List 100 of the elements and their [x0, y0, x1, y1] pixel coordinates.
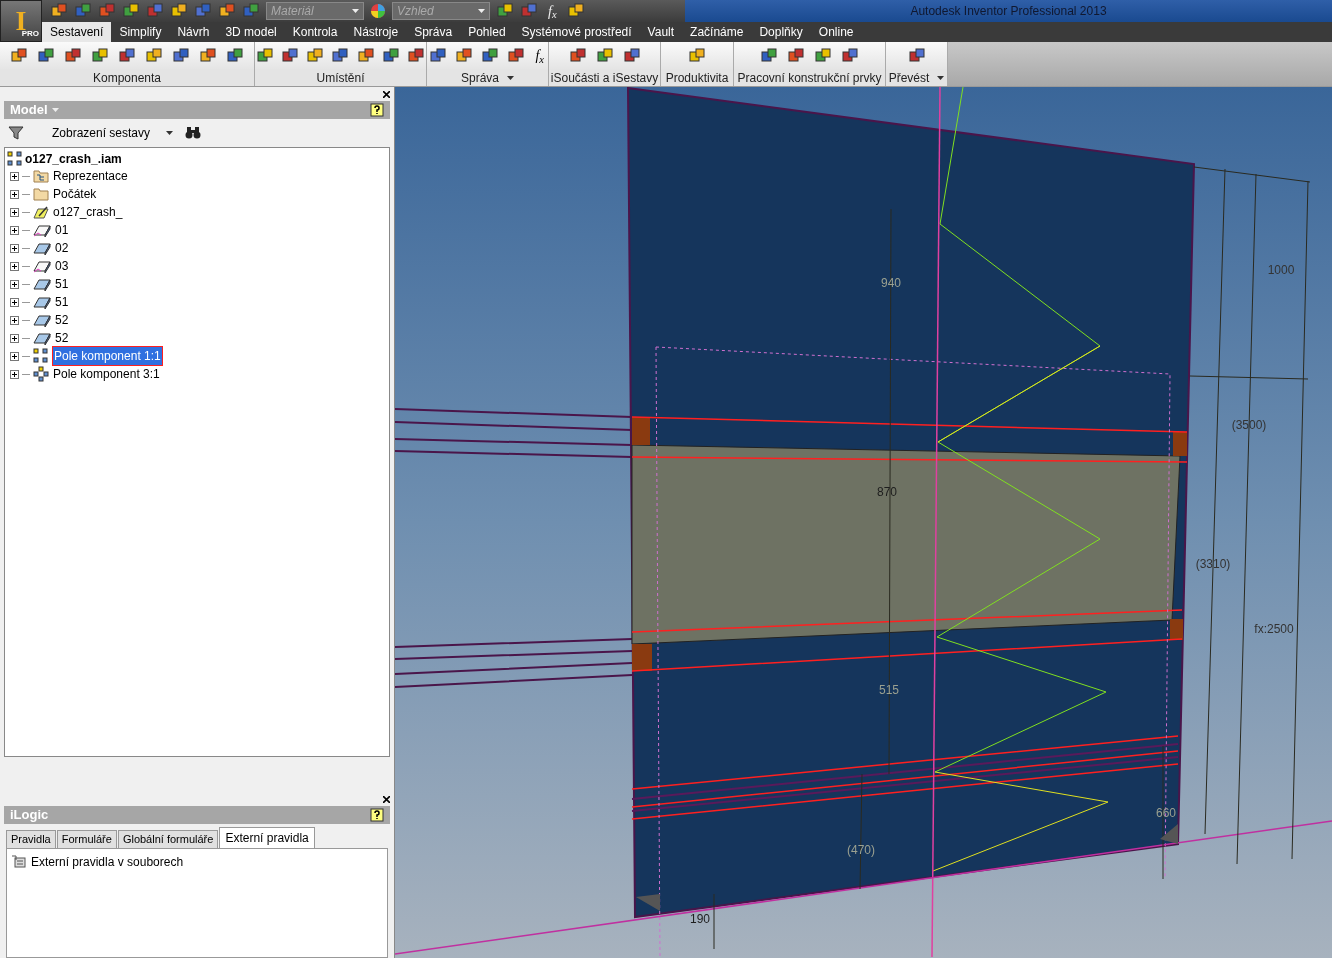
- panel-label-text: Převést: [888, 69, 930, 87]
- panel-tab[interactable]: Externí pravidla: [219, 827, 315, 848]
- tool-icon: [406, 46, 425, 65]
- quick-access-button[interactable]: [496, 2, 514, 20]
- tool-icon: [356, 46, 375, 65]
- tool-icon: [331, 46, 350, 65]
- ribbon-tab[interactable]: Pohled: [460, 22, 514, 42]
- tree-item[interactable]: Pole komponent 3:1: [52, 365, 161, 383]
- ribbon-tab[interactable]: Kontrola: [284, 22, 346, 42]
- expand-icon[interactable]: [10, 207, 19, 217]
- tool-icon: [281, 46, 300, 65]
- panel-tab[interactable]: Globální formuláře: [117, 830, 219, 848]
- tree-item[interactable]: 51: [54, 275, 70, 293]
- tree-item[interactable]: 51: [54, 293, 70, 311]
- quick-access-button[interactable]: [170, 2, 188, 20]
- tree-root-label[interactable]: o127_crash_.iam: [25, 149, 122, 168]
- part-icon: [33, 241, 51, 255]
- ribbon-tab[interactable]: Sestavení: [42, 22, 112, 42]
- panel-label-text: Pracovní konstrukční prvky: [737, 69, 882, 87]
- panel-tab[interactable]: Formuláře: [56, 830, 117, 848]
- quick-access-button[interactable]: [50, 2, 68, 20]
- ribbon-tab[interactable]: Doplňky: [751, 22, 811, 42]
- quick-access-button[interactable]: [566, 2, 585, 20]
- tool-icon: [170, 2, 188, 20]
- tree-item[interactable]: 52: [54, 329, 70, 347]
- tool-icon: [118, 46, 136, 65]
- part-icon: [33, 313, 51, 327]
- ribbon-tab[interactable]: Začínáme: [682, 22, 752, 42]
- ribbon-tab[interactable]: Online: [810, 22, 862, 42]
- expand-icon[interactable]: [10, 189, 19, 199]
- tool-icon: [622, 46, 641, 65]
- part-icon: [33, 331, 51, 345]
- ribbon-tab[interactable]: Simplify: [111, 22, 170, 42]
- tool-icon: [520, 2, 538, 20]
- close-icon[interactable]: [383, 795, 390, 803]
- quick-access-button[interactable]: [98, 2, 116, 20]
- view-dropdown[interactable]: Zobrazení sestavy: [52, 124, 174, 142]
- dimension-label: 190: [690, 912, 710, 926]
- tool-icon: [760, 46, 778, 65]
- part-icon: [33, 295, 51, 309]
- expand-icon[interactable]: [10, 225, 19, 235]
- expand-icon[interactable]: [10, 315, 19, 325]
- expand-icon[interactable]: [10, 279, 19, 289]
- caret-icon: [478, 9, 485, 13]
- panel-label-text: Komponenta: [92, 69, 162, 87]
- tool-icon: [256, 46, 275, 65]
- ribbon-tab[interactable]: Vault: [639, 22, 683, 42]
- caret-icon: [166, 131, 174, 135]
- tree-item[interactable]: Počátek: [52, 185, 98, 203]
- filter-icon[interactable]: [8, 125, 24, 141]
- help-icon[interactable]: [370, 103, 384, 117]
- tree-item[interactable]: Reprezentace: [52, 167, 129, 185]
- tool-icon: [218, 2, 236, 20]
- quick-access-button[interactable]: [122, 2, 140, 20]
- tree-item[interactable]: Pole komponent 1:1: [52, 346, 163, 366]
- expand-icon[interactable]: [10, 333, 19, 343]
- tool-icon: [199, 46, 217, 65]
- tool-icon: [841, 46, 859, 65]
- expand-icon[interactable]: [10, 243, 19, 253]
- ribbon-tab[interactable]: Správa: [406, 22, 461, 42]
- ribbon-tab[interactable]: Nástroje: [345, 22, 407, 42]
- expand-icon[interactable]: [10, 351, 19, 361]
- formula-button[interactable]: f$_{x}$: [544, 0, 561, 22]
- quick-access-button[interactable]: [242, 2, 260, 20]
- tool-icon: [145, 46, 163, 65]
- dimension-label: fx:2500: [1254, 622, 1294, 636]
- tool-icon: [194, 2, 212, 20]
- ribbon-tab[interactable]: Návrh: [169, 22, 218, 42]
- rules-list-item[interactable]: Externí pravidla v souborech: [31, 853, 184, 871]
- tree-item[interactable]: 03: [54, 257, 70, 275]
- folder-icon: [33, 169, 49, 183]
- expand-icon[interactable]: [10, 369, 19, 379]
- tree-item[interactable]: 52: [54, 311, 70, 329]
- tool-icon: [172, 46, 190, 65]
- tree-item[interactable]: 02: [54, 239, 70, 257]
- expand-icon[interactable]: [10, 261, 19, 271]
- tool-icon: [122, 2, 140, 20]
- tool-icon: [50, 2, 68, 20]
- close-icon[interactable]: [383, 90, 390, 98]
- dimension-label: 940: [881, 276, 901, 290]
- help-icon[interactable]: [370, 808, 384, 822]
- ribbon-tab[interactable]: Systémové prostředí: [513, 22, 640, 42]
- part-icon: [33, 277, 51, 291]
- tool-icon: [91, 46, 109, 65]
- tree-item[interactable]: o127_crash_: [52, 203, 124, 221]
- tool-icon: [74, 2, 92, 20]
- color-wheel-icon: [370, 3, 386, 19]
- expand-icon[interactable]: [10, 297, 19, 307]
- tool-icon: [242, 2, 260, 20]
- ribbon-tab[interactable]: 3D model: [217, 22, 285, 42]
- tool-icon: [496, 2, 514, 20]
- dimension-label: 660: [1156, 806, 1176, 820]
- quick-access-button[interactable]: [218, 2, 236, 20]
- panel-tab[interactable]: Pravidla: [6, 830, 56, 848]
- expand-icon[interactable]: [10, 171, 19, 181]
- tree-item[interactable]: 01: [54, 221, 70, 239]
- binoculars-icon[interactable]: [185, 126, 202, 140]
- dimension-label: 870: [877, 485, 897, 499]
- formula-button[interactable]: f$_{x}$: [531, 45, 548, 66]
- quick-access-button[interactable]: [74, 2, 92, 20]
